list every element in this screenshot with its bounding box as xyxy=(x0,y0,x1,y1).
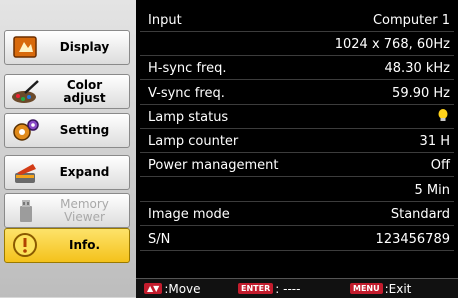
info-value: 48.30 kHz xyxy=(384,61,450,76)
info-row-lamp-counter: Lamp counter 31 H xyxy=(140,131,454,153)
info-row-v-sync: V-sync freq. 59.90 Hz xyxy=(140,83,454,105)
info-value: 1024 x 768, 60Hz xyxy=(334,37,450,52)
enter-key-icon: ENTER xyxy=(238,283,274,294)
expand-icon xyxy=(8,158,44,188)
info-label: H-sync freq. xyxy=(148,61,227,76)
lamp-status-icon xyxy=(436,108,454,128)
info-label: Lamp counter xyxy=(148,134,239,149)
color-adjust-icon xyxy=(8,77,44,107)
info-row-serial-number: S/N 123456789 xyxy=(140,229,454,251)
info-label: Power management xyxy=(148,158,279,173)
setting-icon xyxy=(8,116,44,146)
menu-sidebar: Display Color adjust Setting Expand Memo… xyxy=(0,0,134,297)
move-key-icon: ▲▼ xyxy=(144,283,163,294)
info-value: Standard xyxy=(390,207,450,222)
menu-item-setting[interactable]: Setting xyxy=(4,113,130,148)
menu-item-label: Display xyxy=(59,40,110,54)
info-row-image-mode: Image mode Standard xyxy=(140,204,454,226)
menu-hint: MENU :Exit xyxy=(350,282,411,296)
info-row-power-management: Power management Off xyxy=(140,155,454,177)
menu-item-label: Color adjust xyxy=(63,77,106,105)
memory-viewer-icon xyxy=(8,196,44,226)
info-value: Off xyxy=(430,158,450,173)
menu-key-icon: MENU xyxy=(350,283,383,294)
projector-osd: Display Color adjust Setting Expand Memo… xyxy=(0,0,458,298)
info-row-resolution: 1024 x 768, 60Hz xyxy=(140,34,454,56)
info-icon xyxy=(8,231,44,261)
info-row-power-timer: 5 Min xyxy=(140,180,454,202)
menu-item-label: Memory Viewer xyxy=(60,196,109,224)
display-icon xyxy=(8,33,44,63)
menu-item-label: Expand xyxy=(59,165,110,179)
info-row-h-sync: H-sync freq. 48.30 kHz xyxy=(140,58,454,80)
info-value: Computer 1 xyxy=(372,13,450,28)
info-label: V-sync freq. xyxy=(148,86,225,101)
info-label: Lamp status xyxy=(148,110,229,125)
info-value: 5 Min xyxy=(414,183,450,198)
info-label: Input xyxy=(148,13,182,28)
info-panel: Input Computer 1 1024 x 768, 60Hz H-sync… xyxy=(136,0,458,297)
info-label: S/N xyxy=(148,232,171,247)
menu-item-label: Info. xyxy=(68,238,101,252)
enter-hint-label: : ---- xyxy=(275,281,301,296)
move-hint: ▲▼ :Move xyxy=(144,282,224,296)
info-value: 31 H xyxy=(419,134,450,149)
menu-item-color-adjust[interactable]: Color adjust xyxy=(4,74,130,109)
enter-hint: ENTER : ---- xyxy=(238,282,338,296)
info-label: Image mode xyxy=(148,207,230,222)
info-row-lamp-status: Lamp status xyxy=(140,107,454,129)
info-value: 123456789 xyxy=(375,232,450,247)
info-row-input: Input Computer 1 xyxy=(140,10,454,32)
menu-item-info[interactable]: Info. xyxy=(4,228,130,263)
key-guide-bar: ▲▼ :Move ENTER : ---- MENU :Exit xyxy=(136,278,458,298)
move-hint-label: :Move xyxy=(164,281,201,296)
info-value: 59.90 Hz xyxy=(392,86,450,101)
menu-item-memory-viewer: Memory Viewer xyxy=(4,193,130,228)
menu-item-expand[interactable]: Expand xyxy=(4,155,130,190)
menu-hint-label: :Exit xyxy=(384,281,412,296)
menu-item-label: Setting xyxy=(59,123,110,137)
menu-item-display[interactable]: Display xyxy=(4,30,130,65)
